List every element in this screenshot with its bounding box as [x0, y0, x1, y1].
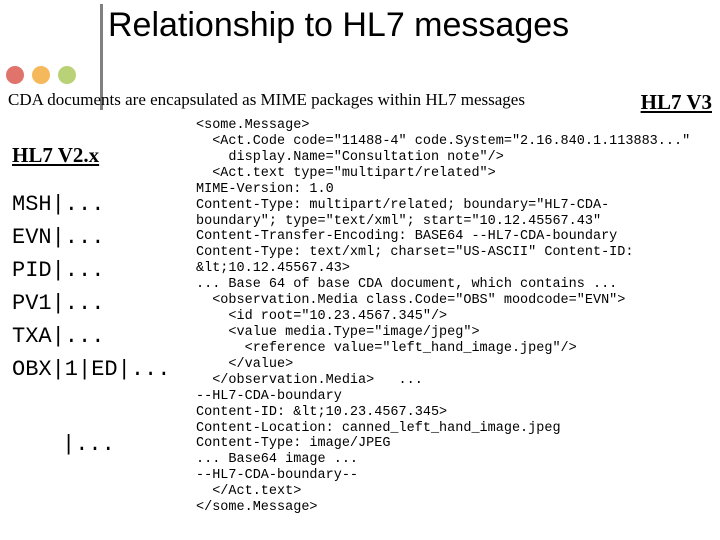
slide-title: Relationship to HL7 messages: [108, 6, 569, 45]
v2-segment-list: MSH|... EVN|... PID|... PV1|... TXA|... …: [12, 188, 170, 386]
v3-heading: HL7 V3: [641, 90, 712, 115]
dot-icon: [58, 66, 76, 84]
slide-subtitle: CDA documents are encapsulated as MIME p…: [8, 90, 525, 110]
v2-segment-tail: |...: [62, 432, 115, 457]
v2-heading: HL7 V2.x: [12, 143, 99, 168]
dot-icon: [32, 66, 50, 84]
v3-xml-block: <some.Message> <Act.Code code="11488-4" …: [196, 118, 690, 516]
bullet-dots: [6, 66, 76, 84]
dot-icon: [6, 66, 24, 84]
